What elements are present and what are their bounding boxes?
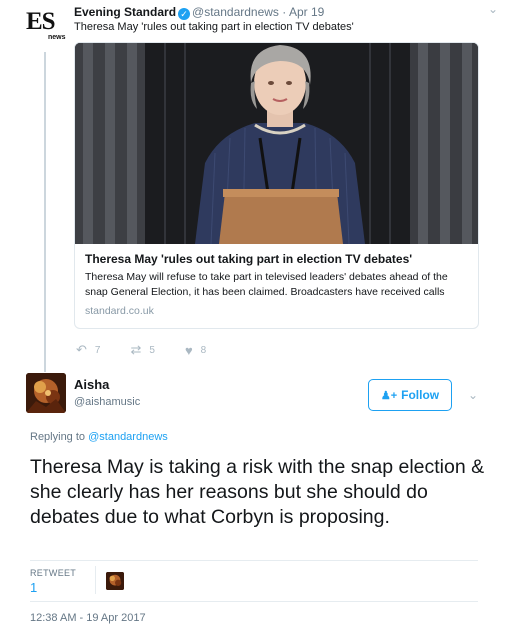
replying-to-link[interactable]: @standardnews — [88, 431, 168, 443]
card-photo — [75, 43, 478, 244]
replying-to: Replying to @standardnews — [30, 431, 168, 443]
logo-subtext: news — [48, 34, 66, 41]
tweet-timestamp[interactable]: 12:38 AM - 19 Apr 2017 — [30, 612, 146, 624]
author-handle[interactable]: @aishamusic — [74, 395, 140, 409]
avatar-image — [26, 373, 66, 413]
parent-tweet[interactable]: ES news Evening Standard ✓ @standardnews ·… — [0, 0, 508, 372]
retweet-icon: ⇄ — [130, 342, 142, 357]
retweeter-avatar-image — [106, 572, 124, 590]
parent-tweet-actions: ↶ 7 ⇄ 5 ♥ 8 — [76, 342, 236, 358]
divider — [30, 601, 478, 602]
avatar[interactable] — [26, 373, 66, 413]
parent-display-name[interactable]: Evening Standard — [74, 5, 176, 19]
author-name[interactable]: Aisha — [74, 377, 109, 393]
parent-handle[interactable]: @standardnews — [192, 5, 279, 19]
retweet-label: RETWEET — [30, 568, 77, 578]
reply-action[interactable]: ↶ 7 — [76, 342, 100, 358]
like-count: 8 — [200, 344, 207, 356]
evening-standard-avatar[interactable]: ES news — [26, 8, 66, 46]
card-domain[interactable]: standard.co.uk — [85, 304, 468, 318]
thread-line — [44, 52, 46, 372]
link-card[interactable]: Theresa May 'rules out taking part in el… — [74, 42, 479, 329]
heart-icon: ♥ — [184, 342, 193, 358]
logo-text: ES — [26, 8, 56, 35]
follow-label: Follow — [401, 388, 440, 402]
reply-icon: ↶ — [76, 342, 87, 357]
add-person-icon: ♟+ — [380, 389, 398, 402]
chevron-down-icon[interactable]: ⌄ — [488, 2, 498, 16]
retweet-action[interactable]: ⇄ 5 — [130, 342, 154, 358]
stat-separator — [95, 566, 96, 594]
replying-to-prefix: Replying to — [30, 431, 86, 443]
retweeter-avatar[interactable] — [106, 572, 124, 590]
card-body: Theresa May 'rules out taking part in el… — [75, 244, 478, 318]
divider — [30, 560, 478, 561]
parent-date[interactable]: Apr 19 — [289, 5, 324, 19]
card-image[interactable] — [75, 43, 478, 244]
card-description: Theresa May will refuse to take part in … — [85, 271, 448, 298]
parent-tweet-text: Theresa May 'rules out taking part in el… — [74, 21, 354, 33]
retweet-count: 5 — [149, 344, 155, 356]
chevron-down-icon[interactable]: ⌄ — [468, 388, 478, 402]
like-action[interactable]: ♥ 8 — [185, 342, 206, 358]
parent-tweet-header: Evening Standard ✓ @standardnews · Apr 19 — [74, 4, 324, 20]
card-title[interactable]: Theresa May 'rules out taking part in el… — [85, 251, 468, 267]
verified-badge-icon: ✓ — [178, 8, 191, 20]
reply-count: 7 — [94, 344, 101, 356]
tweet-text: Theresa May is taking a risk with the sn… — [30, 456, 485, 528]
retweet-stat-count[interactable]: 1 — [30, 580, 37, 595]
separator: · — [282, 5, 287, 19]
follow-button[interactable]: ♟+ Follow — [368, 379, 452, 411]
